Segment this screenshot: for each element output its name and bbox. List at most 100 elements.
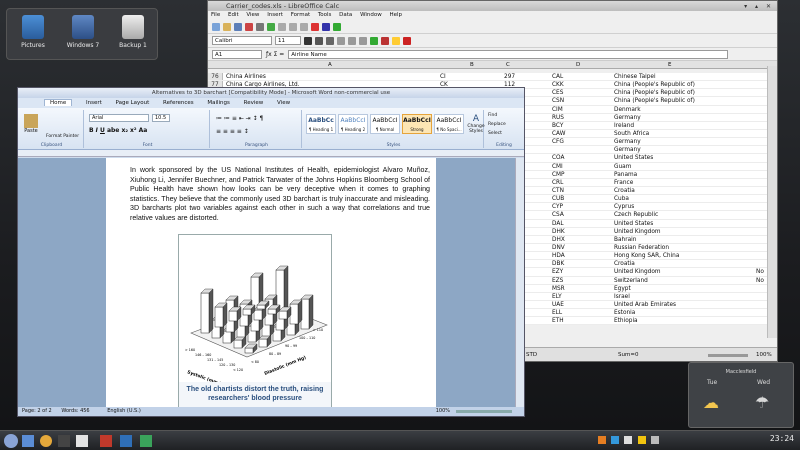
cell-d[interactable]: CUB <box>552 195 564 203</box>
taskbar-docs-icon[interactable] <box>76 435 88 447</box>
cell-c[interactable]: 297 <box>504 73 515 81</box>
align-right-icon[interactable] <box>359 36 367 45</box>
cell-e[interactable]: Ethiopia <box>614 317 638 325</box>
cell-d[interactable]: UAE <box>552 301 564 309</box>
cell-d[interactable]: CRL <box>552 179 563 187</box>
cell-e[interactable]: China (People's Republic of) <box>614 89 695 97</box>
cell-d[interactable]: COA <box>552 154 564 162</box>
cell-e[interactable]: Russian Federation <box>614 244 669 252</box>
spellcheck-icon[interactable] <box>267 22 275 31</box>
replace-button[interactable]: Replace <box>488 122 506 127</box>
cell-e[interactable]: Chinese Taipei <box>614 73 656 81</box>
cell-e[interactable]: United States <box>614 220 653 228</box>
clock[interactable]: 23:24 <box>770 434 794 443</box>
cell-d[interactable]: HDA <box>552 252 565 260</box>
select-button[interactable]: Select <box>488 131 502 136</box>
cell-e[interactable]: China (People's Republic of) <box>614 97 695 105</box>
cell-d[interactable]: RUS <box>552 114 564 122</box>
cell-e[interactable]: France <box>614 179 633 187</box>
bold-italic-underline-buttons[interactable]: B I U abe x₂ x² Aa <box>89 127 147 134</box>
cell-d[interactable]: DAL <box>552 220 564 228</box>
desktop-icon-windows7[interactable]: Windows 7 <box>63 15 103 49</box>
cell-e[interactable]: Germany <box>614 114 641 122</box>
cell-e[interactable]: Egypt <box>614 285 631 293</box>
cell-d[interactable]: ELL <box>552 309 562 317</box>
cell-e[interactable]: Hong Kong SAR, China <box>614 252 679 260</box>
underline-icon[interactable] <box>326 36 334 45</box>
start-menu-icon[interactable] <box>4 434 18 448</box>
cell-d[interactable]: ETH <box>552 317 564 325</box>
cell-d[interactable]: EZS <box>552 277 563 285</box>
print-icon[interactable] <box>256 22 264 31</box>
horizontal-ruler[interactable] <box>18 150 524 157</box>
cell-d[interactable]: EZY <box>552 268 563 276</box>
currency-icon[interactable] <box>370 36 378 45</box>
menu-format[interactable]: Format <box>291 12 310 18</box>
cell-d[interactable]: CMI <box>552 163 563 171</box>
cell-d[interactable]: CSN <box>552 97 564 105</box>
menu-window[interactable]: Window <box>360 12 382 18</box>
col-header-c[interactable]: C <box>506 61 510 69</box>
menu-view[interactable]: View <box>246 12 259 18</box>
style-normal[interactable]: AaBbCcI ¶ Normal <box>370 114 400 134</box>
align-center-icon[interactable] <box>348 36 356 45</box>
cell-e[interactable]: Cuba <box>614 195 629 203</box>
taskbar-calc-icon[interactable] <box>140 435 152 447</box>
cell-d[interactable]: CES <box>552 89 563 97</box>
desktop-icon-pictures[interactable]: Pictures <box>13 15 53 49</box>
cell-d[interactable]: CYP <box>552 203 563 211</box>
taskbar-browser-icon[interactable] <box>40 435 52 447</box>
word-titlebar[interactable]: Alternatives to 3D barchart [Compatibili… <box>18 88 524 98</box>
open-icon[interactable] <box>223 22 231 31</box>
align-left-icon[interactable] <box>337 36 345 45</box>
word-font-size[interactable]: 10.5 <box>152 114 170 122</box>
taskbar-terminal-icon[interactable] <box>58 435 70 447</box>
font-name-box[interactable]: Calibri <box>212 36 272 45</box>
undo-icon[interactable] <box>311 22 319 31</box>
taskbar-word-icon[interactable] <box>120 435 132 447</box>
calc-titlebar[interactable]: Carrier_codes.xls - LibreOffice Calc ▾ ▴… <box>208 1 777 11</box>
cell-e[interactable]: United States <box>614 154 653 162</box>
calc-zoom-slider[interactable] <box>708 354 748 357</box>
col-header-d[interactable]: D <box>576 61 580 69</box>
battery-icon[interactable] <box>637 436 646 444</box>
formula-input[interactable]: Airline Name <box>288 49 729 59</box>
col-header-a[interactable]: A <box>328 61 332 69</box>
calc-window-buttons[interactable]: ▾ ▴ ✕ <box>744 2 774 12</box>
word-status-zoom[interactable]: 100% <box>436 407 450 416</box>
menu-data[interactable]: Data <box>339 12 352 18</box>
word-status-page[interactable]: Page: 2 of 2 <box>22 408 52 414</box>
cell-extra[interactable]: No <box>756 277 764 285</box>
cell-e[interactable]: Croatia <box>614 260 635 268</box>
style-no-spacing[interactable]: AaBbCcI ¶ No Spaci... <box>434 114 464 134</box>
cell-e[interactable]: Denmark <box>614 106 641 114</box>
paste-icon[interactable] <box>300 22 308 31</box>
percent-icon[interactable] <box>381 36 389 45</box>
network-icon[interactable] <box>598 436 606 444</box>
cell-d[interactable]: CKK <box>552 81 564 89</box>
bluetooth-icon[interactable] <box>611 436 620 444</box>
cell-d[interactable]: CIM <box>552 106 563 114</box>
new-icon[interactable] <box>212 22 220 31</box>
cell-e[interactable]: Switzerland <box>614 277 648 285</box>
cell-e[interactable]: United Kingdom <box>614 228 661 236</box>
col-header-b[interactable]: B <box>470 61 474 69</box>
word-status-words[interactable]: Words: 456 <box>61 408 89 414</box>
list-buttons[interactable]: ≔ ≔ ≡ ⇤ ⇥ ↕ ¶ <box>216 115 263 122</box>
align-buttons[interactable]: ≡ ≡ ≡ ≡ ↕ <box>216 128 249 135</box>
cell-e[interactable]: Ireland <box>614 122 634 130</box>
cell-d[interactable]: CTN <box>552 187 564 195</box>
find-button[interactable]: Find <box>488 113 497 118</box>
tab-insert[interactable]: Insert <box>86 100 102 106</box>
calc-vertical-scrollbar[interactable] <box>767 66 777 338</box>
cell-d[interactable]: DHX <box>552 236 565 244</box>
tab-page-layout[interactable]: Page Layout <box>116 100 150 106</box>
table-row[interactable]: 76 China Airlines CI 297 CAL Chinese Taipei <box>208 73 768 82</box>
cut-icon[interactable] <box>278 22 286 31</box>
cell-b[interactable]: CI <box>440 73 446 81</box>
cell-d[interactable]: ELY <box>552 293 562 301</box>
font-color-icon[interactable] <box>403 36 411 45</box>
taskbar-files-icon[interactable] <box>22 435 34 447</box>
cell-e[interactable]: Bahrain <box>614 236 636 244</box>
tab-review[interactable]: Review <box>244 100 264 106</box>
